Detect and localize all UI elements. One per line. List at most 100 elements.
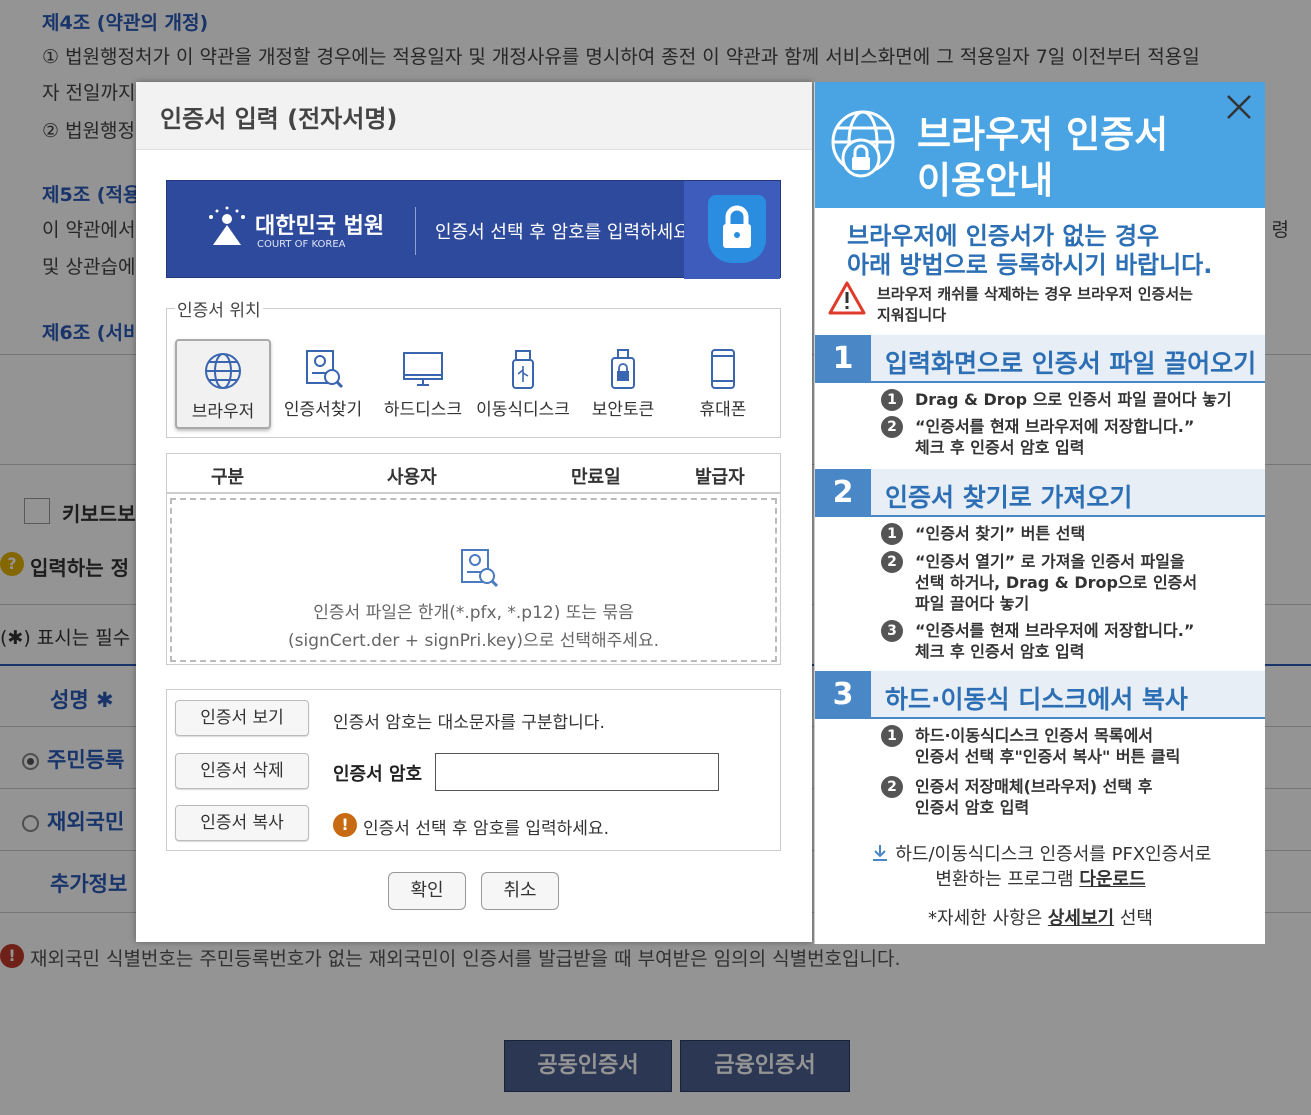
- step-bullet: 3: [881, 620, 903, 642]
- download-line-1: 하드/이동식디스크 인증서를 PFX인증서로: [895, 844, 1212, 865]
- phone-icon: [711, 349, 735, 389]
- step-3-item-1: 1 하드·이동식디스크 인증서 목록에서 인증서 선택 후"인증서 복사" 버튼…: [881, 725, 1181, 767]
- download-link[interactable]: 다운로드: [1079, 869, 1145, 890]
- location-cert-search[interactable]: 인증서찾기: [275, 339, 371, 429]
- confirm-button[interactable]: 확인: [388, 872, 466, 910]
- banner-hint: 인증서 선택 후 암호를 입력하세요.: [435, 222, 696, 243]
- location-removable-disk-label: 이동식디스크: [476, 400, 570, 420]
- dialog-title: 인증서 입력 (전자서명): [136, 82, 812, 150]
- guide-warning-line-1: 브라우저 캐쉬를 삭제하는 경우 브라우저 인증서는: [877, 285, 1193, 303]
- guide-step-3: 3 하드·이동식 디스크에서 복사: [815, 671, 1265, 719]
- court-name-en: COURT OF KOREA: [257, 239, 346, 250]
- globe-lock-icon: [831, 110, 895, 178]
- details-link[interactable]: 상세보기: [1048, 908, 1114, 929]
- cert-drop-zone[interactable]: 인증서 파일은 한개(*.pfx, *.p12) 또는 묶음 (signCert…: [170, 498, 777, 662]
- location-hard-disk[interactable]: 하드디스크: [375, 339, 471, 429]
- step-item-text: 인증서 선택 후"인증서 복사" 버튼 클릭: [915, 747, 1181, 766]
- password-hint: 인증서 선택 후 암호를 입력하세요.: [363, 819, 609, 839]
- step-rule: [871, 381, 1265, 383]
- step-title: 인증서 찾기로 가져오기: [885, 483, 1133, 512]
- drop-zone-hint-1: 인증서 파일은 한개(*.pfx, *.p12) 또는 묶음: [313, 603, 634, 623]
- step-item-text: 선택 하거나, Drag & Drop으로 인증서: [915, 573, 1198, 592]
- step-bullet: 1: [881, 523, 903, 545]
- step-item-text: “인증서를 현재 브라우저에 저장합니다.”: [915, 417, 1195, 436]
- step-title: 입력화면으로 인증서 파일 끌어오기: [885, 349, 1257, 378]
- guide-warning-text: 브라우저 캐쉬를 삭제하는 경우 브라우저 인증서는 지워집니다: [877, 284, 1193, 326]
- column-issuer: 발급자: [695, 467, 745, 488]
- step-2-item-1: 1 “인증서 찾기” 버튼 선택: [881, 523, 1085, 545]
- step-1-item-1: 1 Drag & Drop 으로 인증서 파일 끌어다 놓기: [881, 389, 1232, 411]
- column-user: 사용자: [387, 467, 437, 488]
- password-input[interactable]: [435, 753, 719, 791]
- download-icon: [872, 845, 887, 861]
- step-item-text: “인증서 열기” 로 가져올 인증서 파일을: [915, 552, 1185, 571]
- cert-search-icon: [461, 549, 499, 588]
- location-phone[interactable]: 휴대폰: [675, 339, 771, 429]
- more-prefix: *자세한 사항은: [928, 908, 1048, 929]
- step-item-text: Drag & Drop 으로 인증서 파일 끌어다 놓기: [915, 390, 1232, 409]
- location-phone-label: 휴대폰: [699, 400, 747, 420]
- cert-dialog: 인증서 입력 (전자서명) 대한민국 법원 COURT OF KOREA 인증서…: [136, 82, 812, 942]
- court-emblem-icon: [209, 206, 245, 245]
- step-number: 1: [815, 335, 871, 383]
- step-number: 2: [815, 469, 871, 517]
- close-icon[interactable]: [1222, 90, 1256, 124]
- step-item-text: 체크 후 인증서 암호 입력: [915, 642, 1085, 661]
- password-label: 인증서 암호: [333, 764, 423, 785]
- location-removable-disk[interactable]: 이동식디스크: [475, 339, 571, 429]
- monitor-icon: [403, 352, 443, 386]
- warning-icon: !: [333, 813, 357, 837]
- guide-step-1: 1 입력화면으로 인증서 파일 끌어오기: [815, 335, 1265, 383]
- step-bullet: 2: [881, 776, 903, 798]
- step-item-text: 인증서 저장매체(브라우저) 선택 후: [915, 777, 1153, 796]
- guide-download: 하드/이동식디스크 인증서를 PFX인증서로 변환하는 프로그램 다운로드: [815, 842, 1265, 892]
- download-line-2: 변환하는 프로그램: [935, 869, 1080, 890]
- password-area: 인증서 보기 인증서 삭제 인증서 복사 인증서 암호는 대소문자를 구분합니다…: [166, 689, 781, 851]
- step-2-item-2: 2 “인증서 열기” 로 가져올 인증서 파일을 선택 하거나, Drag & …: [881, 551, 1198, 614]
- shield-icon: [708, 195, 766, 263]
- step-rule: [871, 515, 1265, 517]
- guide-step-2: 2 인증서 찾기로 가져오기: [815, 469, 1265, 517]
- step-1-item-2: 2 “인증서를 현재 브라우저에 저장합니다.” 체크 후 인증서 암호 입력: [881, 416, 1195, 458]
- lock-icon: [723, 205, 751, 248]
- location-cert-search-label: 인증서찾기: [283, 400, 363, 420]
- case-sensitive-note: 인증서 암호는 대소문자를 구분합니다.: [333, 713, 605, 733]
- view-cert-button[interactable]: 인증서 보기: [175, 700, 309, 736]
- banner-divider: [415, 207, 416, 255]
- warning-triangle-icon: [828, 281, 866, 315]
- location-security-token[interactable]: 보안토큰: [575, 339, 671, 429]
- step-bullet: 1: [881, 389, 903, 411]
- location-browser-label: 브라우저: [191, 402, 255, 422]
- copy-cert-button[interactable]: 인증서 복사: [175, 805, 309, 841]
- usb-icon: [512, 350, 534, 389]
- guide-title-2: 이용안내: [917, 159, 1054, 202]
- cert-search-icon: [306, 350, 344, 389]
- step-bullet: 2: [881, 551, 903, 573]
- security-token-icon: [611, 349, 635, 389]
- court-banner: 대한민국 법원 COURT OF KOREA 인증서 선택 후 암호를 입력하세…: [166, 180, 781, 279]
- step-number: 3: [815, 671, 871, 719]
- guide-warning-line-2: 지워집니다: [877, 306, 947, 324]
- drop-zone-hint-2: (signCert.der + signPri.key)으로 선택해주세요.: [288, 631, 659, 651]
- step-item-text: 파일 끌어다 놓기: [915, 594, 1030, 613]
- step-title: 하드·이동식 디스크에서 복사: [885, 685, 1188, 714]
- court-name-ko: 대한민국 법원: [255, 214, 385, 239]
- column-expiry: 만료일: [571, 467, 621, 488]
- cancel-button[interactable]: 취소: [481, 872, 559, 910]
- guide-more: *자세한 사항은 상세보기 선택: [815, 904, 1265, 930]
- delete-cert-button[interactable]: 인증서 삭제: [175, 753, 309, 789]
- guide-header: 브라우저 인증서 이용안내: [815, 82, 1265, 208]
- column-type: 구분: [211, 467, 245, 488]
- step-item-text: 체크 후 인증서 암호 입력: [915, 438, 1085, 457]
- cert-location-group: 인증서 위치 브라우저 인증서찾기 하드디스크 이동식디스크 보안토큰 휴대폰: [166, 296, 781, 438]
- step-rule: [871, 717, 1265, 719]
- cert-table: 구분 사용자 만료일 발급자 인증서 파일은 한개(*.pfx, *.p12) …: [166, 453, 781, 665]
- location-security-token-label: 보안토큰: [591, 400, 655, 420]
- step-2-item-3: 3 “인증서를 현재 브라우저에 저장합니다.” 체크 후 인증서 암호 입력: [881, 620, 1195, 662]
- location-browser[interactable]: 브라우저: [175, 339, 271, 429]
- cert-location-legend: 인증서 위치: [177, 301, 261, 321]
- guide-intro-2: 아래 방법으로 등록하시기 바랍니다.: [847, 251, 1213, 279]
- step-item-text: “인증서를 현재 브라우저에 저장합니다.”: [915, 621, 1195, 640]
- banner-lock-area: [684, 181, 780, 279]
- location-hard-disk-label: 하드디스크: [383, 400, 463, 420]
